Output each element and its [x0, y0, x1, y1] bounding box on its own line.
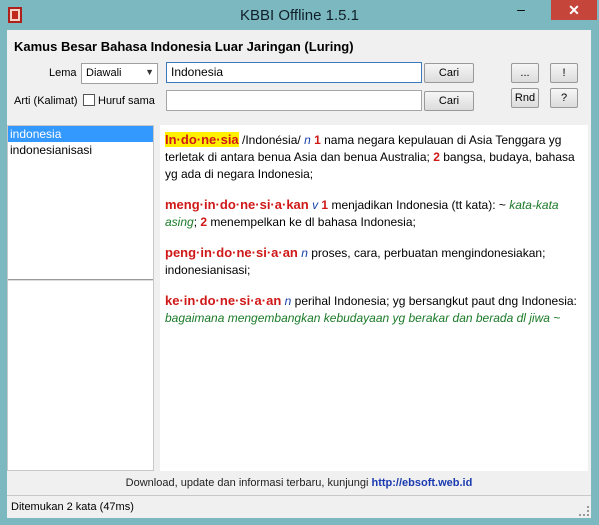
sense-text: menjadikan Indonesia (tt kata): ~	[328, 198, 510, 212]
huruf-sama-checkbox[interactable]	[83, 94, 95, 106]
results-list[interactable]: indonesia indonesianisasi	[7, 125, 154, 471]
entry-keindonesiaan: ke·in·do·ne·si·a·an n perihal Indonesia;…	[165, 292, 583, 327]
title-bar[interactable]: KBBI Offline 1.5.1 – ✕	[0, 0, 599, 30]
minimize-button[interactable]: –	[508, 0, 534, 20]
headword: peng·in·do·ne·si·a·an	[165, 245, 298, 260]
sense-text: perihal Indonesia; yg bersangkut paut dn…	[291, 294, 577, 308]
search-mode-select[interactable]: Diawali ▼	[81, 63, 158, 84]
sense-number: 2	[433, 150, 440, 164]
entry-mengindonesiakan: meng·in·do·ne·si·a·kan v 1 menjadikan In…	[165, 196, 583, 231]
headword: meng·in·do·ne·si·a·kan	[165, 197, 309, 212]
word-class: n	[301, 246, 308, 260]
list-item[interactable]: indonesianisasi	[8, 142, 153, 158]
arti-input[interactable]	[166, 90, 422, 111]
definition-panel: In·do·ne·sia /Indonésia/ n 1 nama negara…	[160, 125, 588, 471]
splitter[interactable]	[8, 279, 153, 282]
app-window: KBBI Offline 1.5.1 – ✕ Kamus Besar Bahas…	[0, 0, 599, 525]
close-button[interactable]: ✕	[551, 0, 597, 20]
client-area: Kamus Besar Bahasa Indonesia Luar Jaring…	[7, 30, 591, 518]
lema-label: Lema	[49, 67, 77, 79]
example-text: bagaimana mengembangkan kebudayaan yg be…	[165, 311, 561, 325]
entry-pengindonesiaan: peng·in·do·ne·si·a·an n proses, cara, pe…	[165, 244, 583, 279]
footer-text: Download, update dan informasi terbaru, …	[125, 477, 372, 489]
entry-indonesia: In·do·ne·sia /Indonésia/ n 1 nama negara…	[165, 131, 583, 183]
word-class: v	[312, 198, 319, 212]
exclamation-button[interactable]: !	[550, 63, 578, 83]
help-button[interactable]: ?	[550, 88, 578, 108]
list-item[interactable]: indonesia	[8, 126, 153, 142]
footer-info: Download, update dan informasi terbaru, …	[7, 471, 591, 495]
website-link[interactable]: http://ebsoft.web.id	[372, 477, 473, 489]
lema-input[interactable]: Indonesia	[166, 62, 422, 83]
status-bar: Ditemukan 2 kata (47ms)	[7, 495, 591, 518]
more-button[interactable]: ...	[511, 63, 539, 83]
sense-text: menempelkan ke dl bahasa Indonesia;	[207, 215, 416, 229]
search-mode-value: Diawali	[86, 67, 122, 79]
random-button[interactable]: Rnd	[511, 88, 539, 108]
headword: In·do·ne·sia	[165, 132, 239, 147]
chevron-down-icon: ▼	[145, 67, 154, 77]
sense-number: 1	[314, 133, 321, 147]
arti-label: Arti (Kalimat)	[14, 95, 78, 107]
word-class: n	[304, 133, 311, 147]
cari-lema-button[interactable]: Cari	[424, 63, 474, 83]
page-title: Kamus Besar Bahasa Indonesia Luar Jaring…	[14, 39, 354, 54]
huruf-sama-label: Huruf sama	[98, 95, 155, 107]
status-text: Ditemukan 2 kata (47ms)	[11, 501, 134, 513]
resize-grip-icon[interactable]	[579, 506, 589, 516]
cari-arti-button[interactable]: Cari	[424, 91, 474, 111]
pronunciation: /Indonésia/	[238, 133, 305, 147]
headword: ke·in·do·ne·si·a·an	[165, 293, 282, 308]
